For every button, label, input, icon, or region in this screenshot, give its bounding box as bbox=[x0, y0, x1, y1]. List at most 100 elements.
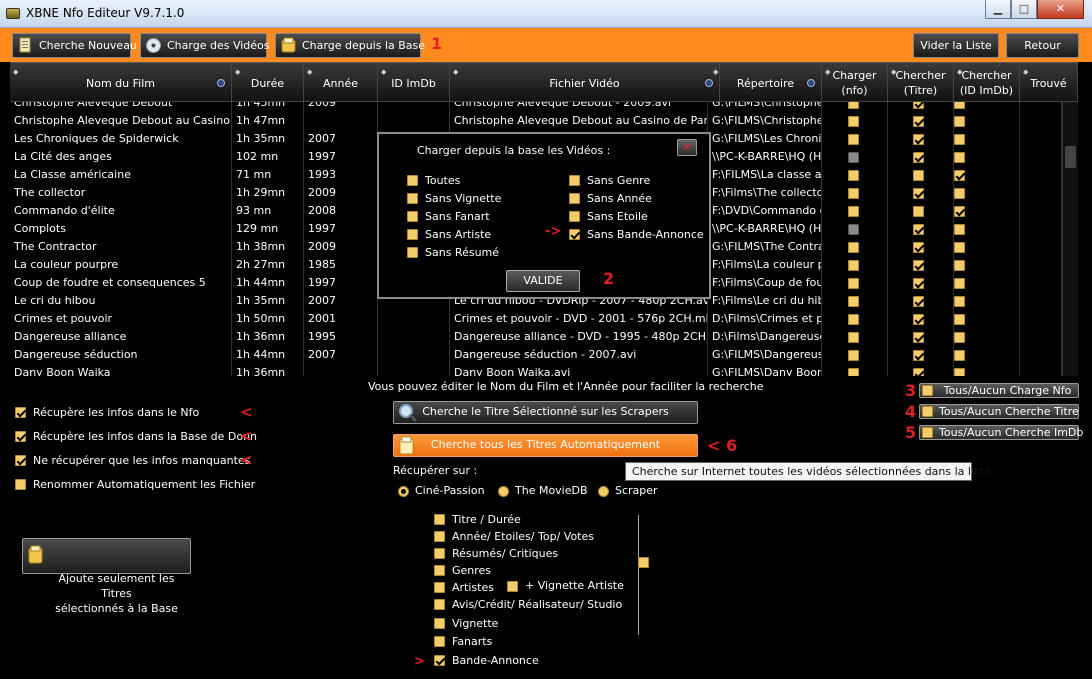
cell-name[interactable]: Coup de foudre et consequences 5 bbox=[10, 274, 232, 292]
cell-annee[interactable]: 2009 bbox=[304, 184, 378, 202]
cell-duree[interactable]: 129 mn bbox=[232, 220, 304, 238]
table-row[interactable]: Crimes et pouvoir 1h 50mn 2001 Crimes et po… bbox=[10, 310, 1062, 328]
search-imdb-checkbox[interactable] bbox=[954, 224, 965, 235]
cell-annee[interactable]: 1997 bbox=[304, 220, 378, 238]
dialog-right-checkbox[interactable] bbox=[569, 211, 580, 222]
field-checkbox[interactable] bbox=[434, 599, 445, 610]
cell-rep[interactable]: F:\DVD\Commando d'é bbox=[708, 202, 822, 220]
cell-imdb_id[interactable] bbox=[378, 364, 450, 376]
retrieve-option-checkbox[interactable] bbox=[15, 455, 26, 466]
table-row[interactable]: Christophe Aleveque Debout au Casino de … bbox=[10, 112, 1062, 130]
cell-rep[interactable]: G:\FILMS\Christophe bbox=[708, 102, 822, 112]
cell-name[interactable]: Dangereuse séduction bbox=[10, 346, 232, 364]
search-title-checkbox[interactable] bbox=[913, 206, 924, 217]
load-nfo-checkbox[interactable] bbox=[848, 170, 859, 181]
cell-rep[interactable]: G:\FILMS\The Contrac bbox=[708, 238, 822, 256]
add-selected-to-db-button[interactable]: Ajoute seulement les Titres sélectionnés… bbox=[22, 538, 191, 615]
retrieve-option-checkbox[interactable] bbox=[15, 407, 26, 418]
search-imdb-checkbox[interactable] bbox=[954, 332, 965, 343]
cell-rep[interactable]: G:\FILMS\Dangereuse bbox=[708, 346, 822, 364]
search-imdb-checkbox[interactable] bbox=[954, 242, 965, 253]
cell-name[interactable]: The Contractor bbox=[10, 238, 232, 256]
cell-fichier[interactable]: Christophe Aleveque Debout au Casino de … bbox=[450, 112, 708, 130]
dialog-left-checkbox[interactable] bbox=[407, 247, 418, 258]
cell-rep[interactable]: D:\Films\Dangereuse bbox=[708, 328, 822, 346]
toggle-all-checkbox[interactable] bbox=[922, 427, 933, 438]
column-header-7[interactable]: Chercher (Titre) ◆ bbox=[888, 63, 954, 103]
cell-annee[interactable]: 2001 bbox=[304, 310, 378, 328]
cell-fichier[interactable]: Dangereuse alliance - DVD - 1995 - 480p … bbox=[450, 328, 708, 346]
cell-annee[interactable]: 1995 bbox=[304, 328, 378, 346]
cell-annee[interactable]: 1997 bbox=[304, 274, 378, 292]
search-imdb-checkbox[interactable] bbox=[954, 170, 965, 181]
cell-name[interactable]: Christophe Alévêque Debout bbox=[10, 102, 232, 112]
column-header-2[interactable]: Année ◆ bbox=[304, 63, 378, 103]
dialog-left-checkbox[interactable] bbox=[407, 175, 418, 186]
table-row[interactable]: Dangereuse séduction 1h 44mn 2007 Dangereus… bbox=[10, 346, 1062, 364]
cell-name[interactable]: The collector bbox=[10, 184, 232, 202]
search-title-checkbox[interactable] bbox=[913, 170, 924, 181]
search-title-checkbox[interactable] bbox=[913, 332, 924, 343]
cell-duree[interactable]: 102 mn bbox=[232, 148, 304, 166]
cell-annee[interactable]: 1993 bbox=[304, 166, 378, 184]
field-checkbox[interactable] bbox=[434, 531, 445, 542]
cell-duree[interactable]: 1h 44mn bbox=[232, 274, 304, 292]
cell-rep[interactable]: G:\FILMS\Christophe bbox=[708, 112, 822, 130]
load-nfo-checkbox[interactable] bbox=[848, 116, 859, 127]
cell-annee[interactable] bbox=[304, 364, 378, 376]
load-nfo-checkbox[interactable] bbox=[848, 332, 859, 343]
load-nfo-checkbox[interactable] bbox=[848, 350, 859, 361]
search-title-checkbox[interactable] bbox=[913, 224, 924, 235]
cell-duree[interactable]: 71 mn bbox=[232, 166, 304, 184]
search-title-checkbox[interactable] bbox=[913, 116, 924, 127]
cell-duree[interactable]: 1h 47mn bbox=[232, 112, 304, 130]
search-imdb-checkbox[interactable] bbox=[954, 134, 965, 145]
cell-name[interactable]: Dany Boon Waika bbox=[10, 364, 232, 376]
retrieve-option-checkbox[interactable] bbox=[15, 431, 26, 442]
cell-annee[interactable]: 2008 bbox=[304, 202, 378, 220]
source-radio[interactable] bbox=[498, 486, 509, 497]
cell-rep[interactable]: F:\Films\Le cri du hibo bbox=[708, 292, 822, 310]
field-checkbox[interactable] bbox=[434, 565, 445, 576]
search-imdb-checkbox[interactable] bbox=[954, 296, 965, 307]
cell-annee[interactable]: 2007 bbox=[304, 346, 378, 364]
cell-duree[interactable]: 1h 29mn bbox=[232, 184, 304, 202]
valide-button[interactable]: VALIDE bbox=[506, 270, 580, 292]
minimize-button[interactable]: ▁ bbox=[985, 0, 1011, 19]
cell-annee[interactable]: 2009 bbox=[304, 102, 378, 112]
load-nfo-checkbox[interactable] bbox=[848, 242, 859, 253]
filter-pin-icon[interactable] bbox=[807, 79, 815, 87]
load-nfo-checkbox[interactable] bbox=[848, 102, 859, 109]
cell-duree[interactable]: 1h 50mn bbox=[232, 310, 304, 328]
cell-duree[interactable]: 1h 36mn bbox=[232, 364, 304, 376]
cell-imdb_id[interactable] bbox=[378, 112, 450, 130]
search-title-checkbox[interactable] bbox=[913, 278, 924, 289]
toggle-all-checkbox[interactable] bbox=[922, 406, 933, 417]
dialog-right-checkbox[interactable] bbox=[569, 193, 580, 204]
cell-fichier[interactable]: Dangereuse séduction - 2007.avi bbox=[450, 346, 708, 364]
search-imdb-checkbox[interactable] bbox=[954, 188, 965, 199]
table-row[interactable]: Dangereuse alliance 1h 36mn 1995 Dangereuse… bbox=[10, 328, 1062, 346]
search-imdb-checkbox[interactable] bbox=[954, 116, 965, 127]
dialog-right-checkbox[interactable] bbox=[569, 229, 580, 240]
cell-duree[interactable]: 1h 45mn bbox=[232, 102, 304, 112]
search-imdb-checkbox[interactable] bbox=[954, 260, 965, 271]
cell-duree[interactable]: 1h 35mn bbox=[232, 292, 304, 310]
load-nfo-checkbox[interactable] bbox=[848, 188, 859, 199]
grid-scrollbar[interactable] bbox=[1062, 102, 1078, 376]
cell-fichier[interactable]: Dany Boon Waika.avi bbox=[450, 364, 708, 376]
fields-toggle-all-checkbox[interactable] bbox=[638, 557, 649, 568]
cell-imdb_id[interactable] bbox=[378, 310, 450, 328]
column-header-1[interactable]: Durée ◆ bbox=[232, 63, 304, 103]
new-search-button[interactable]: Cherche Nouveau bbox=[12, 33, 137, 58]
load-videos-button[interactable]: Charge des Vidéos bbox=[140, 33, 270, 58]
cell-fichier[interactable]: Christophe Alévêque Debout - 2009.avi bbox=[450, 102, 708, 112]
field-checkbox[interactable] bbox=[434, 514, 445, 525]
search-title-checkbox[interactable] bbox=[913, 296, 924, 307]
clear-list-button[interactable]: Vider la Liste bbox=[913, 33, 999, 58]
cell-rep[interactable]: \\PC-K-BARRE\HQ (H)\ bbox=[708, 220, 822, 238]
cell-duree[interactable]: 2h 27mn bbox=[232, 256, 304, 274]
filter-pin-icon[interactable] bbox=[217, 79, 225, 87]
search-title-checkbox[interactable] bbox=[913, 368, 924, 376]
cell-duree[interactable]: 1h 38mn bbox=[232, 238, 304, 256]
